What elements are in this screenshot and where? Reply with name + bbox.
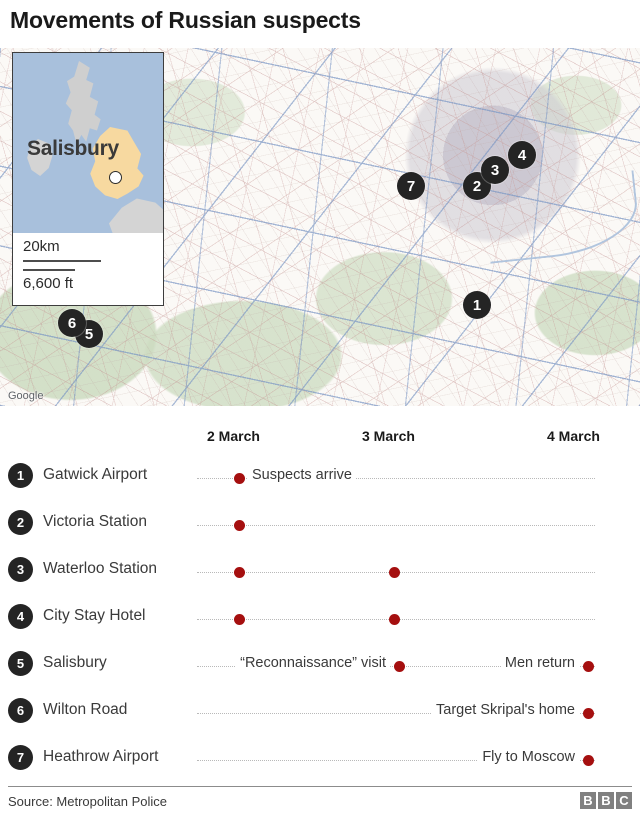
- row-badge-2: 2: [8, 510, 33, 535]
- map-marker-3[interactable]: 3: [481, 156, 509, 184]
- scale-ft-label: 6,600 ft: [23, 275, 74, 292]
- timeline-row: 1 Gatwick Airport Suspects arrive: [0, 454, 640, 501]
- row-badge-7: 7: [8, 745, 33, 770]
- row-badge-3: 3: [8, 557, 33, 582]
- map-marker-4[interactable]: 4: [508, 141, 536, 169]
- row-badge-6: 6: [8, 698, 33, 723]
- page-title: Movements of Russian suspects: [10, 7, 361, 33]
- bbc-logo-letter: B: [580, 792, 596, 809]
- bbc-logo: BBC: [580, 792, 632, 809]
- scale-rule-km: [23, 260, 101, 262]
- event-label: Men return: [500, 655, 579, 671]
- row-place-label: Victoria Station: [43, 513, 147, 530]
- event-dot[interactable]: [234, 614, 245, 625]
- timeline-row: 4 City Stay Hotel: [0, 595, 640, 642]
- source-credit: Source: Metropolitan Police: [8, 794, 167, 809]
- timeline-row: 5 Salisbury “Reconnaissance” visit Men retu…: [0, 642, 640, 689]
- timeline-row: 3 Waterloo Station: [0, 548, 640, 595]
- event-label: Suspects arrive: [248, 467, 356, 483]
- date-header-3: 4 March: [547, 428, 600, 444]
- map-region[interactable]: 1234567 Salisbury 20km 6,600 ft Google: [0, 48, 640, 406]
- row-badge-4: 4: [8, 604, 33, 629]
- timeline-row: 7 Heathrow Airport Fly to Moscow: [0, 736, 640, 783]
- bbc-logo-letter: C: [616, 792, 632, 809]
- map-marker-6[interactable]: 6: [58, 309, 86, 337]
- row-place-label: Heathrow Airport: [43, 748, 159, 765]
- timeline-row: 2 Victoria Station: [0, 501, 640, 548]
- event-dot[interactable]: [394, 661, 405, 672]
- map-marker-7[interactable]: 7: [397, 172, 425, 200]
- event-dot[interactable]: [583, 661, 594, 672]
- date-header-2: 3 March: [362, 428, 415, 444]
- event-dot[interactable]: [234, 473, 245, 484]
- infographic-page: Movements of Russian suspects 1234567 Sa…: [0, 0, 640, 820]
- map-marker-1[interactable]: 1: [463, 291, 491, 319]
- inset-map-graphic: Salisbury: [13, 53, 163, 233]
- event-label: Fly to Moscow: [478, 749, 579, 765]
- event-dot[interactable]: [583, 755, 594, 766]
- row-badge-1: 1: [8, 463, 33, 488]
- event-label: “Reconnaissance” visit: [236, 655, 390, 671]
- event-dot[interactable]: [234, 567, 245, 578]
- city-location-dot-icon: [109, 171, 122, 184]
- date-header-1: 2 March: [207, 428, 260, 444]
- timeline-date-headers: 2 March 3 March 4 March: [0, 428, 640, 448]
- bbc-logo-letter: B: [598, 792, 614, 809]
- event-dot[interactable]: [389, 567, 400, 578]
- timeline-row: 6 Wilton Road Target Skripal's home: [0, 689, 640, 736]
- footer-divider: [8, 786, 632, 787]
- google-attribution: Google: [8, 390, 44, 402]
- inset-city-label: Salisbury: [27, 137, 119, 160]
- map-scale-bar: 20km 6,600 ft: [13, 233, 163, 305]
- row-place-label: Waterloo Station: [43, 560, 158, 577]
- event-dot[interactable]: [389, 614, 400, 625]
- event-dot[interactable]: [583, 708, 594, 719]
- row-place-label: Gatwick Airport: [43, 466, 148, 483]
- row-place-label: Wilton Road: [43, 701, 128, 718]
- event-label: Target Skripal's home: [432, 702, 579, 718]
- row-place-label: Salisbury: [43, 654, 107, 671]
- title-bar: Movements of Russian suspects: [0, 0, 640, 48]
- event-dot[interactable]: [234, 520, 245, 531]
- row-badge-5: 5: [8, 651, 33, 676]
- timeline-region: 2 March 3 March 4 March 1 Gatwick Airport Su…: [0, 406, 640, 786]
- scale-km-label: 20km: [23, 238, 60, 255]
- scale-rule-ft: [23, 269, 75, 271]
- row-place-label: City Stay Hotel: [43, 607, 146, 624]
- footer: Source: Metropolitan Police BBC: [0, 786, 640, 820]
- row-leader-line: [197, 525, 595, 526]
- inset-locator-map: Salisbury 20km 6,600 ft: [12, 52, 164, 306]
